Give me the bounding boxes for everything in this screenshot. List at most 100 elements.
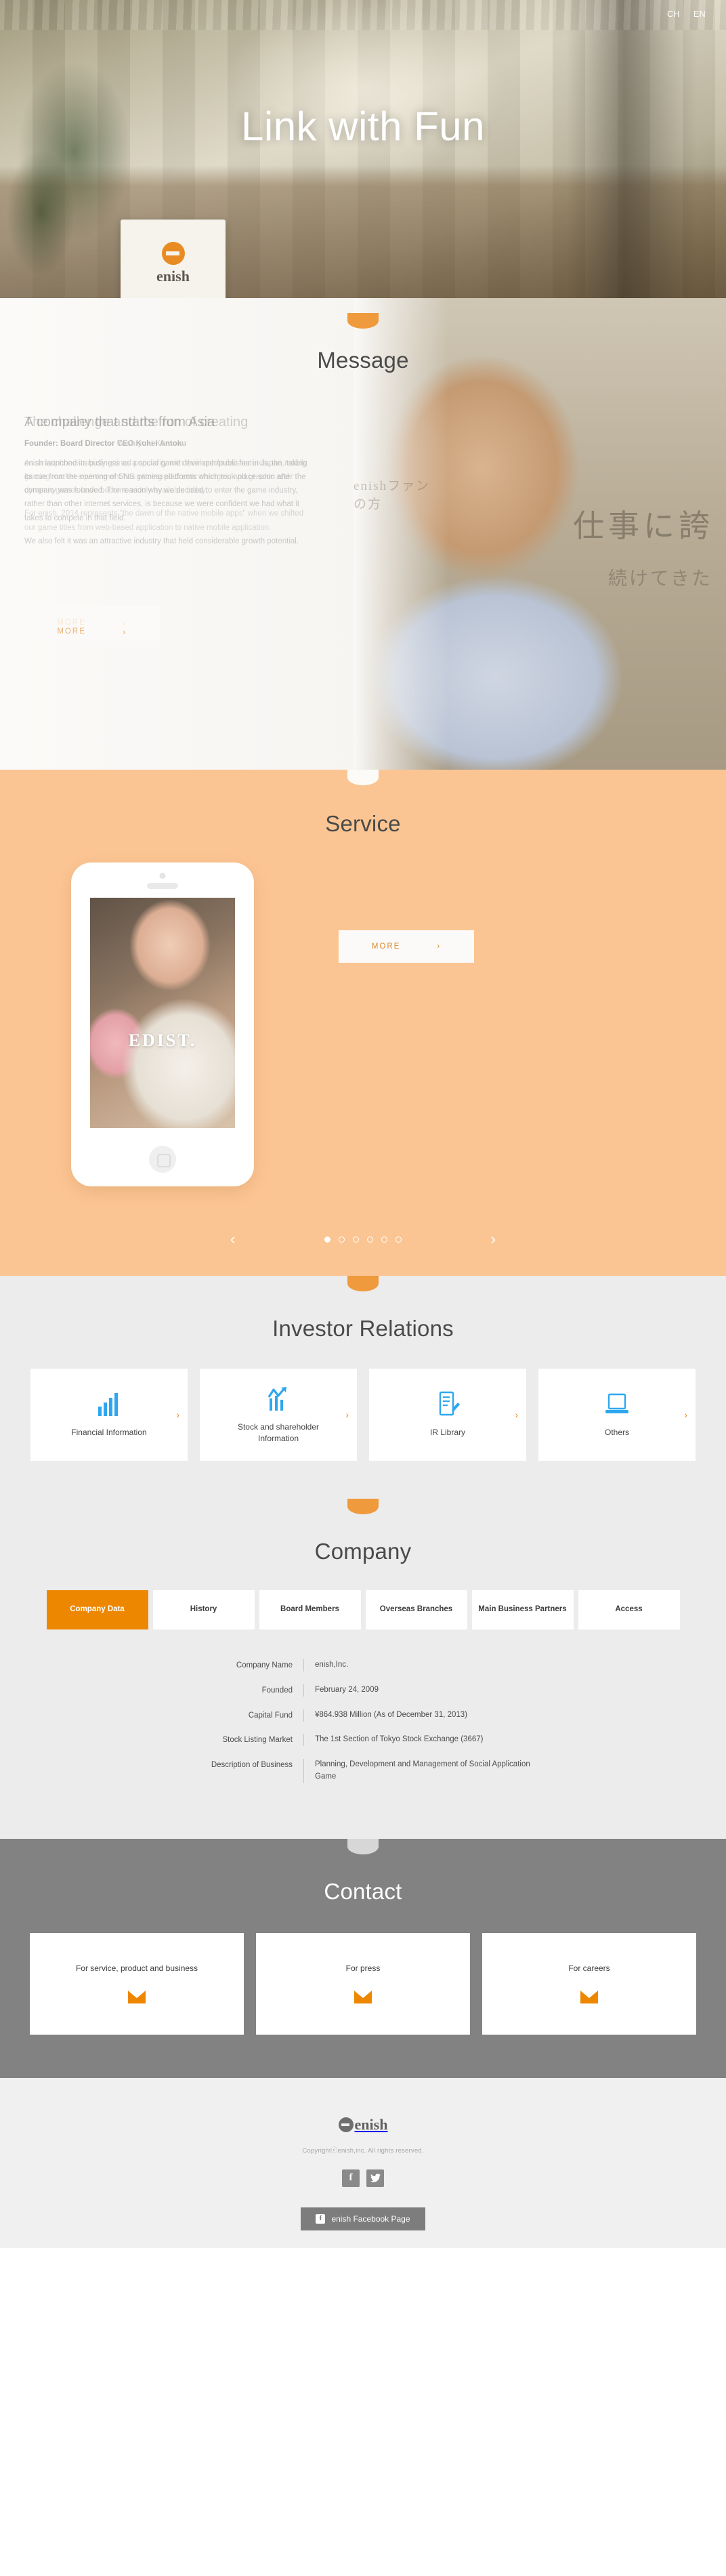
section-arrow-service [347,770,379,785]
facebook-page-button[interactable]: f enish Facebook Page [301,2207,425,2230]
table-cell-value: ¥864.938 Million (As of December 31, 201… [303,1709,553,1722]
carousel-dot-1[interactable] [324,1236,330,1243]
trend-chart-icon [268,1386,286,1411]
ir-card-financial-information[interactable]: Financial Information › [30,1369,188,1461]
photo-text-decoration-2: 続けてきた [607,568,712,589]
contact-section: Contact For service, product and busines… [0,1838,726,2078]
copyright-text: Copyrightⓒenish,inc. All rights reserved… [302,2146,424,2155]
table-row: Founded February 24, 2009 [173,1684,553,1697]
message-paragraph-b2: For enish, 2014 represents "the dawn of … [24,510,304,532]
message-section-title: Message [317,348,409,373]
message-role-b: Founder: Board Director Yoshiyuki Kumon [24,440,182,448]
table-row: Stock Listing Market The 1st Section of … [173,1734,553,1747]
bar-chart-icon [98,1393,118,1417]
company-section-title: Company [314,1539,412,1564]
message-more-button-ghost[interactable]: MORE › [24,615,160,648]
message-more-label-ghost: MORE [57,627,86,636]
photo-text-decoration-3: enishファンの方 [354,479,431,512]
ir-card-stock-and-shareholder-information[interactable]: Stock and shareholder Information › [200,1369,357,1461]
tab-board-members[interactable]: Board Members [259,1590,361,1629]
ir-card-label: Stock and shareholder Information [237,1421,320,1443]
message-paragraph-b1: As smartphones rapidly gained popularity… [24,459,308,495]
service-phone-mockup: EDIST. [71,863,254,1186]
hero-section: enish CH EN Link with Fun [0,0,726,298]
hero-title: Link with Fun [241,104,485,149]
carousel-dot-2[interactable] [339,1236,345,1243]
photo-text-decoration: 仕事に誇 [573,509,714,543]
phone-speaker-icon [147,883,178,889]
section-arrow-ir [347,1276,379,1291]
contact-card-label: For press [345,1964,381,1974]
tab-access[interactable]: Access [578,1590,680,1629]
contact-card-service-product-business[interactable]: For service, product and business [30,1932,244,2035]
table-cell-value: The 1st Section of Tokyo Stock Exchange … [303,1734,553,1747]
hero-glow [221,0,505,177]
service-app-screenshot: EDIST. [90,898,235,1128]
laptop-icon [605,1394,628,1414]
twitter-bird-icon [370,2174,381,2182]
footer-logo-text: enish [354,2115,388,2133]
ir-section-title: Investor Relations [272,1316,454,1341]
carousel-dot-6[interactable] [396,1236,402,1243]
tab-company-data[interactable]: Company Data [46,1590,148,1629]
footer-logo[interactable]: enish [338,2115,388,2134]
hero-floor-sign: enish [121,220,226,298]
service-more-button[interactable]: MORE › [339,930,474,963]
ir-card-ir-library[interactable]: IR Library › [369,1369,526,1461]
facebook-icon[interactable]: f [342,2169,360,2187]
section-arrow-contact [347,1838,379,1854]
lang-en[interactable]: EN [693,9,706,19]
table-cell-key: Company Name [236,1661,293,1669]
ir-card-others[interactable]: Others › [538,1369,696,1461]
contact-card-label: For careers [568,1964,610,1974]
lang-ch[interactable]: CH [667,9,680,19]
contact-card-label: For service, product and business [75,1964,198,1974]
section-arrow-message [347,313,379,329]
mail-icon [128,1991,146,2004]
tab-history[interactable]: History [152,1590,255,1629]
document-pencil-icon [439,1392,460,1416]
table-cell-value: enish,Inc. [303,1659,553,1671]
tab-main-business-partners[interactable]: Main Business Partners [471,1590,574,1629]
carousel-dot-3[interactable] [353,1236,359,1243]
facebook-icon: f [316,2214,326,2224]
chevron-right-icon: › [437,942,442,951]
phone-camera-icon [159,873,166,879]
twitter-icon[interactable] [366,2169,384,2187]
table-cell-key: Capital Fund [248,1711,293,1720]
tab-overseas-branches[interactable]: Overseas Branches [365,1590,467,1629]
message-section: 仕事に誇 続けてきた enishファンの方 Message A company … [0,298,726,770]
mail-icon [580,1991,598,2004]
company-data-table: Company Name enish,Inc. Founded February… [173,1659,553,1783]
investor-relations-section: Investor Relations Financial Information… [0,1276,726,1499]
company-tabs: Company Data History Board Members Overs… [0,1590,726,1629]
table-row: Description of Business Planning, Develo… [173,1759,553,1783]
company-section: Company Company Data History Board Membe… [0,1499,726,1839]
carousel-dot-4[interactable] [367,1236,373,1243]
contact-section-title: Contact [324,1878,402,1904]
contact-card-press[interactable]: For press [256,1932,470,2035]
table-cell-key: Founded [261,1686,293,1695]
carousel-next-arrow[interactable]: › [491,1232,496,1247]
table-row: Company Name enish,Inc. [173,1659,553,1672]
service-more-label: MORE [371,942,401,951]
service-section-title: Service [325,811,401,836]
table-cell-key: Description of Business [211,1761,293,1770]
carousel-prev-arrow[interactable]: ‹ [230,1232,235,1247]
message-slide-b: The challenge and the fun of creating Fo… [24,413,309,544]
hero-sign-label: enish [156,268,190,285]
message-heading-b: The challenge and the fun of creating [24,415,249,430]
section-arrow-company [347,1499,379,1514]
chevron-right-icon: › [345,1409,349,1420]
carousel-dots [324,1236,402,1243]
contact-card-list: For service, product and business For pr… [0,1932,726,2035]
contact-card-careers[interactable]: For careers [482,1932,696,2035]
ir-card-label: IR Library [429,1428,465,1438]
table-cell-value: February 24, 2009 [303,1684,553,1697]
language-switcher-secondary[interactable]: CH EN [667,9,706,19]
table-row: Capital Fund ¥864.938 Million (As of Dec… [173,1709,553,1722]
ir-card-label: Others [604,1428,629,1438]
site-footer: enish Copyrightⓒenish,inc. All rights re… [0,2077,726,2207]
service-section: Service EDIST. MORE › ‹ › [0,770,726,1276]
carousel-dot-5[interactable] [381,1236,387,1243]
